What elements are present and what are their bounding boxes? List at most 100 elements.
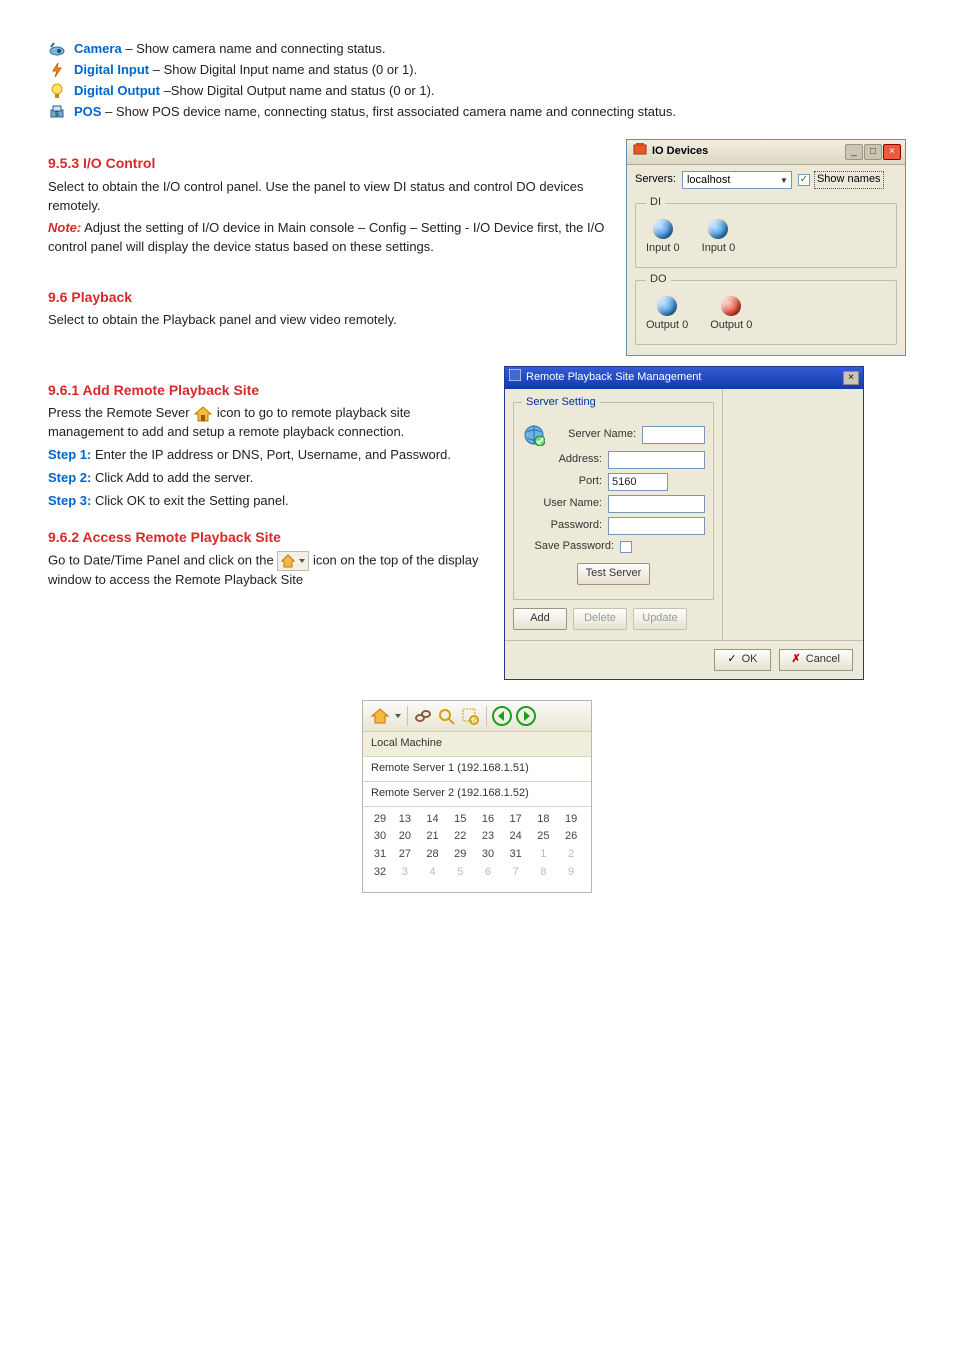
lightning-icon — [48, 61, 66, 79]
dt-toolbar — [363, 701, 591, 732]
savepass-checkbox[interactable] — [620, 541, 632, 553]
led-blue-icon — [653, 219, 673, 239]
server-setting-group: Server Setting Server Name: Address: Por… — [513, 395, 714, 600]
servers-select[interactable]: localhost — [682, 171, 792, 189]
minimize-button[interactable]: _ — [845, 144, 863, 160]
remote-server-icon — [193, 405, 213, 423]
remote-server-dropdown-icon — [277, 551, 309, 571]
led-blue-icon — [657, 296, 677, 316]
bullet-label: Camera — [74, 41, 122, 56]
note-text: Adjust the setting of I/O device in Main… — [48, 220, 604, 254]
text-953-1: Select to obtain the I/O control panel. … — [48, 178, 610, 216]
step-key: Step 2: — [48, 470, 91, 485]
do-label: Output 0 — [710, 318, 752, 334]
step-text: Click Add to add the server. — [91, 470, 253, 485]
rpm-app-icon — [509, 369, 521, 387]
btn-label: Cancel — [806, 652, 840, 668]
do-group: DO Output 0 Output 0 — [635, 272, 897, 345]
di-group: DI Input 0 Input 0 — [635, 195, 897, 268]
heading-962: 9.6.2 Access Remote Playback Site — [48, 527, 488, 547]
text-961: Press the Remote Sever icon to go to rem… — [48, 404, 488, 442]
io-window-title: IO Devices — [652, 144, 708, 160]
heading-96: 9.6 Playback — [48, 287, 610, 307]
home-dropdown-icon[interactable] — [369, 705, 391, 727]
io-app-icon — [633, 142, 647, 162]
heading-961: 9.6.1 Add Remote Playback Site — [48, 380, 488, 400]
rpm-window-title: Remote Playback Site Management — [526, 370, 701, 386]
zoom-icon[interactable] — [436, 705, 458, 727]
delete-button[interactable]: Delete — [573, 608, 627, 630]
do-item-1[interactable]: Output 0 — [710, 296, 752, 334]
chevron-down-icon[interactable] — [393, 705, 403, 727]
add-button[interactable]: Add — [513, 608, 567, 630]
calendar-grid[interactable]: 2913141516171819 3020212223242526 312728… — [363, 807, 591, 893]
zoom-region-icon[interactable] — [460, 705, 482, 727]
io-titlebar: IO Devices _ □ × — [627, 140, 905, 165]
bullet-label: Digital Output — [74, 83, 160, 98]
step-text: Click OK to exit the Setting panel. — [91, 493, 288, 508]
close-button[interactable]: × — [843, 371, 859, 385]
text-96: Select to obtain the Playback panel and … — [48, 311, 610, 330]
savepass-label: Save Password: — [522, 539, 614, 555]
step-2: Step 2: Click Add to add the server. — [48, 469, 488, 488]
bullet-text: –Show Digital Output name and status (0 … — [164, 83, 435, 98]
user-label: User Name: — [522, 496, 602, 512]
di-item-0[interactable]: Input 0 — [646, 219, 680, 257]
di-item-1[interactable]: Input 0 — [702, 219, 736, 257]
bullet-text: – Show Digital Input name and status (0 … — [153, 62, 417, 77]
step-3: Step 3: Click OK to exit the Setting pan… — [48, 492, 488, 511]
do-item-0[interactable]: Output 0 — [646, 296, 688, 334]
server-name-input[interactable] — [642, 426, 705, 444]
bullet-label: Digital Input — [74, 62, 149, 77]
note-label: Note: — [48, 220, 81, 235]
io-devices-window: IO Devices _ □ × Servers: localhost ✓ Sh… — [626, 139, 906, 356]
dt-row-remote-1[interactable]: Remote Server 1 (192.168.1.51) — [363, 757, 591, 782]
close-button[interactable]: × — [883, 144, 901, 160]
step-key: Step 3: — [48, 493, 91, 508]
dt-row-local[interactable]: Local Machine — [363, 732, 591, 757]
cancel-button[interactable]: ✗Cancel — [779, 649, 853, 671]
rpm-titlebar: Remote Playback Site Management × — [505, 367, 863, 389]
separator — [486, 706, 487, 726]
bullet-camera: Camera – Show camera name and connecting… — [48, 40, 906, 59]
address-label: Address: — [522, 452, 602, 468]
di-legend: DI — [646, 195, 665, 211]
user-input[interactable] — [608, 495, 705, 513]
port-input[interactable]: 5160 — [608, 473, 668, 491]
text-962: Go to Date/Time Panel and click on the i… — [48, 551, 488, 590]
bullet-text: – Show camera name and connecting status… — [125, 41, 385, 56]
heading-953: 9.5.3 I/O Control — [48, 153, 610, 173]
maximize-button[interactable]: □ — [864, 144, 882, 160]
prev-icon[interactable] — [491, 705, 513, 727]
pos-icon: $ — [48, 103, 66, 121]
bullet-do: Digital Output –Show Digital Output name… — [48, 82, 906, 101]
led-blue-icon — [708, 219, 728, 239]
bullet-di: Digital Input – Show Digital Input name … — [48, 61, 906, 80]
rpm-server-list — [723, 389, 863, 640]
pass-label: Password: — [522, 518, 602, 534]
step-1: Step 1: Enter the IP address or DNS, Por… — [48, 446, 488, 465]
update-button[interactable]: Update — [633, 608, 687, 630]
next-icon[interactable] — [515, 705, 537, 727]
pass-input[interactable] — [608, 517, 705, 535]
separator — [407, 706, 408, 726]
text-frag: Press the Remote Sever — [48, 405, 190, 420]
port-label: Port: — [522, 474, 602, 490]
icon-bullet-list: Camera – Show camera name and connecting… — [48, 40, 906, 121]
do-label: Output 0 — [646, 318, 688, 334]
globe-icon — [522, 423, 546, 447]
address-input[interactable] — [608, 451, 705, 469]
remote-playback-mgmt-window: Remote Playback Site Management × Server… — [504, 366, 864, 680]
link-icon[interactable] — [412, 705, 434, 727]
date-time-panel: Local Machine Remote Server 1 (192.168.1… — [362, 700, 592, 894]
di-label: Input 0 — [646, 241, 680, 257]
ok-button[interactable]: ✓OK — [714, 649, 770, 671]
shownames-checkbox[interactable]: ✓ Show names — [798, 171, 884, 189]
shownames-label: Show names — [814, 171, 884, 189]
dt-row-remote-2[interactable]: Remote Server 2 (192.168.1.52) — [363, 782, 591, 807]
di-label: Input 0 — [702, 241, 736, 257]
bullet-text: – Show POS device name, connecting statu… — [105, 104, 676, 119]
bullet-label: POS — [74, 104, 101, 119]
test-server-button[interactable]: Test Server — [577, 563, 651, 585]
server-setting-legend: Server Setting — [522, 395, 600, 411]
